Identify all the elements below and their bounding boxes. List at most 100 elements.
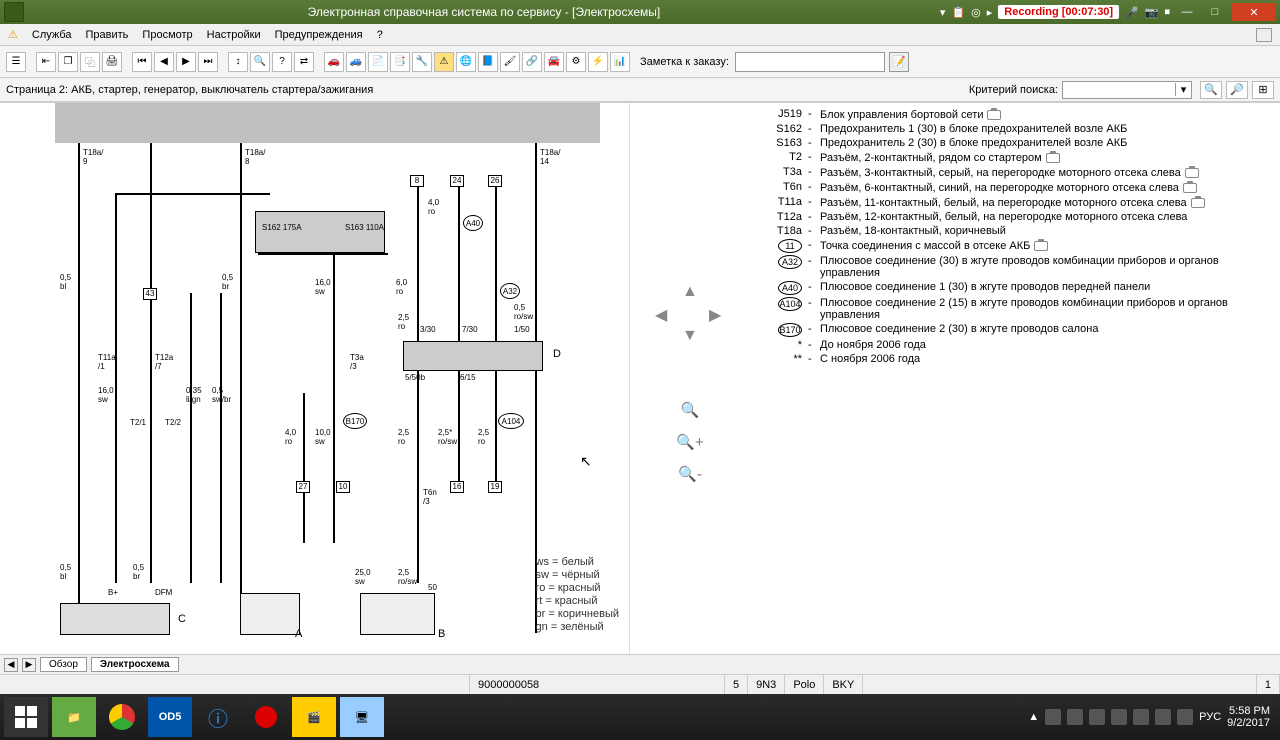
nav-zoom-panel: ▲ ◀ ▶ ▼ 🔍 🔍+ 🔍- bbox=[630, 103, 750, 654]
status-vin: 9000000058 bbox=[470, 675, 725, 694]
note-input[interactable] bbox=[735, 52, 885, 72]
tb-new[interactable]: ☰ bbox=[6, 52, 26, 72]
tray-icon[interactable] bbox=[1155, 709, 1171, 725]
tb-doc2[interactable]: 📑 bbox=[390, 52, 410, 72]
tb-car1[interactable]: 🚗 bbox=[324, 52, 344, 72]
taskbar-app-1[interactable]: 📁 bbox=[52, 697, 96, 737]
legend-row: B170-Плюсовое соединение 2 (30) в жгуте … bbox=[758, 322, 1272, 338]
taskbar-app-record[interactable] bbox=[244, 697, 288, 737]
chevron-down-icon[interactable]: ▾ bbox=[1175, 83, 1191, 96]
camera-icon[interactable] bbox=[1191, 198, 1205, 208]
tray-icon[interactable] bbox=[1111, 709, 1127, 725]
camera-icon[interactable] bbox=[1034, 241, 1048, 251]
tabbar: ◀ ▶ Обзор Электросхема bbox=[0, 654, 1280, 674]
tb-find[interactable]: 🔍 bbox=[250, 52, 270, 72]
tb-tool3[interactable]: 📊 bbox=[610, 52, 630, 72]
menu-edit[interactable]: Править bbox=[86, 29, 129, 41]
search-tool2[interactable]: 🔎 bbox=[1226, 81, 1248, 99]
tray-icon[interactable] bbox=[1045, 709, 1061, 725]
legend-row: T12a-Разъём, 12-контактный, белый, на пе… bbox=[758, 210, 1272, 224]
tab-diagram[interactable]: Электросхема bbox=[91, 657, 179, 672]
tab-overview[interactable]: Обзор bbox=[40, 657, 87, 672]
legend-row: A40-Плюсовое соединение 1 (30) в жгуте п… bbox=[758, 280, 1272, 296]
tb-wrench[interactable]: 🔧 bbox=[412, 52, 432, 72]
tray-icon[interactable] bbox=[1067, 709, 1083, 725]
tb-link[interactable]: 🔗 bbox=[522, 52, 542, 72]
search-combo[interactable]: ▾ bbox=[1062, 81, 1192, 99]
camera-icon[interactable] bbox=[987, 110, 1001, 120]
stop-icon[interactable]: ⏹ bbox=[1165, 6, 1171, 19]
menubar: ⚠ Служба Править Просмотр Настройки Пред… bbox=[0, 24, 1280, 46]
toolbar: ☰ ⇤ ❐ ⿻ 🖨 ⏮ ◀ ▶ ⏭ ↕ 🔍 ? ⇄ 🚗 🚙 📄 📑 🔧 ⚠ 🌐 … bbox=[0, 46, 1280, 78]
nav-up[interactable]: ▲ bbox=[682, 283, 698, 301]
zoom-fit[interactable]: 🔍 bbox=[681, 401, 700, 419]
tb-paint[interactable]: 🖌 bbox=[500, 52, 520, 72]
tb-warn[interactable]: ⚠ bbox=[434, 52, 454, 72]
tab-nav-prev[interactable]: ◀ bbox=[4, 658, 18, 672]
legend-row: 11-Точка соединения с массой в отсеке АК… bbox=[758, 238, 1272, 254]
tab-nav-next[interactable]: ▶ bbox=[22, 658, 36, 672]
note-button[interactable]: 📝 bbox=[889, 52, 909, 72]
taskbar-app-elsa[interactable]: 🖥 bbox=[340, 697, 384, 737]
tray-clock[interactable]: 5:58 PM9/2/2017 bbox=[1227, 705, 1270, 729]
tb-exit[interactable]: ⇤ bbox=[36, 52, 56, 72]
legend-row: T11a-Разъём, 11-контактный, белый, на пе… bbox=[758, 195, 1272, 210]
tb-doc1[interactable]: 📄 bbox=[368, 52, 388, 72]
menu-warnings[interactable]: Предупреждения bbox=[275, 29, 363, 41]
nav-right[interactable]: ▶ bbox=[709, 305, 721, 325]
taskbar-app-movie[interactable]: 🎬 bbox=[292, 697, 336, 737]
search-tool3[interactable]: ⊞ bbox=[1252, 81, 1274, 99]
tb-car3[interactable]: 🚘 bbox=[544, 52, 564, 72]
tb-book[interactable]: 📘 bbox=[478, 52, 498, 72]
maximize-button[interactable]: □ bbox=[1204, 3, 1226, 21]
minimize-button[interactable]: — bbox=[1176, 3, 1198, 21]
taskbar-app-info[interactable]: ⓘ bbox=[196, 697, 240, 737]
menu-help[interactable]: ? bbox=[377, 29, 383, 41]
legend-row: **-С ноября 2006 года bbox=[758, 352, 1272, 366]
camera-icon[interactable] bbox=[1185, 168, 1199, 178]
tb-cascade[interactable]: ❐ bbox=[58, 52, 78, 72]
tb-globe[interactable]: 🌐 bbox=[456, 52, 476, 72]
tray-icon[interactable] bbox=[1133, 709, 1149, 725]
tb-tool2[interactable]: ⚙ bbox=[566, 52, 586, 72]
wiring-diagram[interactable]: S162 175A S163 110A D C A B 8 24 26 43 2… bbox=[0, 103, 630, 654]
menu-settings[interactable]: Настройки bbox=[207, 29, 261, 41]
camera-icon[interactable] bbox=[1046, 153, 1060, 163]
tb-elec[interactable]: ⚡ bbox=[588, 52, 608, 72]
taskbar-app-ods[interactable]: OD5 bbox=[148, 697, 192, 737]
tray-icon[interactable] bbox=[1177, 709, 1193, 725]
tb-help[interactable]: ? bbox=[272, 52, 292, 72]
titlebar-glyph: ◎ bbox=[971, 6, 981, 19]
titlebar-glyph: ▾ bbox=[940, 6, 946, 19]
tray-icon[interactable] bbox=[1089, 709, 1105, 725]
tb-tool1[interactable]: ↕ bbox=[228, 52, 248, 72]
tb-first[interactable]: ⏮ bbox=[132, 52, 152, 72]
zoom-out[interactable]: 🔍- bbox=[678, 465, 702, 483]
close-button[interactable]: ✕ bbox=[1232, 3, 1276, 21]
color-legend: ws = белыйsw = чёрныйro = красныйrt = кр… bbox=[536, 556, 619, 634]
recording-badge: Recording [00:07:30] bbox=[998, 5, 1119, 19]
zoom-in[interactable]: 🔍+ bbox=[676, 433, 703, 451]
mdi-restore-button[interactable] bbox=[1256, 28, 1272, 42]
nav-left[interactable]: ◀ bbox=[655, 305, 667, 325]
legend-row: A104-Плюсовое соединение 2 (15) в жгуте … bbox=[758, 296, 1272, 322]
menu-view[interactable]: Просмотр bbox=[142, 29, 192, 41]
tray-up-icon[interactable]: ▲ bbox=[1028, 711, 1039, 723]
tray-lang[interactable]: РУС bbox=[1199, 711, 1221, 723]
status-model: Polo bbox=[785, 675, 824, 694]
menu-service[interactable]: Служба bbox=[32, 29, 72, 41]
taskbar-app-chrome[interactable] bbox=[100, 697, 144, 737]
taskbar: 📁 OD5 ⓘ 🎬 🖥 ▲ РУС 5:58 PM9/2/2017 bbox=[0, 694, 1280, 740]
search-tool1[interactable]: 🔍 bbox=[1200, 81, 1222, 99]
tb-swap[interactable]: ⇄ bbox=[294, 52, 314, 72]
tb-car2[interactable]: 🚙 bbox=[346, 52, 366, 72]
tb-last[interactable]: ⏭ bbox=[198, 52, 218, 72]
tb-print[interactable]: 🖨 bbox=[102, 52, 122, 72]
nav-down[interactable]: ▼ bbox=[682, 327, 698, 345]
camera-icon[interactable] bbox=[1183, 183, 1197, 193]
statusbar: 9000000058 5 9N3 Polo BKY 1 bbox=[0, 674, 1280, 694]
tb-prev[interactable]: ◀ bbox=[154, 52, 174, 72]
tb-next[interactable]: ▶ bbox=[176, 52, 196, 72]
tb-copy[interactable]: ⿻ bbox=[80, 52, 100, 72]
start-button[interactable] bbox=[4, 697, 48, 737]
